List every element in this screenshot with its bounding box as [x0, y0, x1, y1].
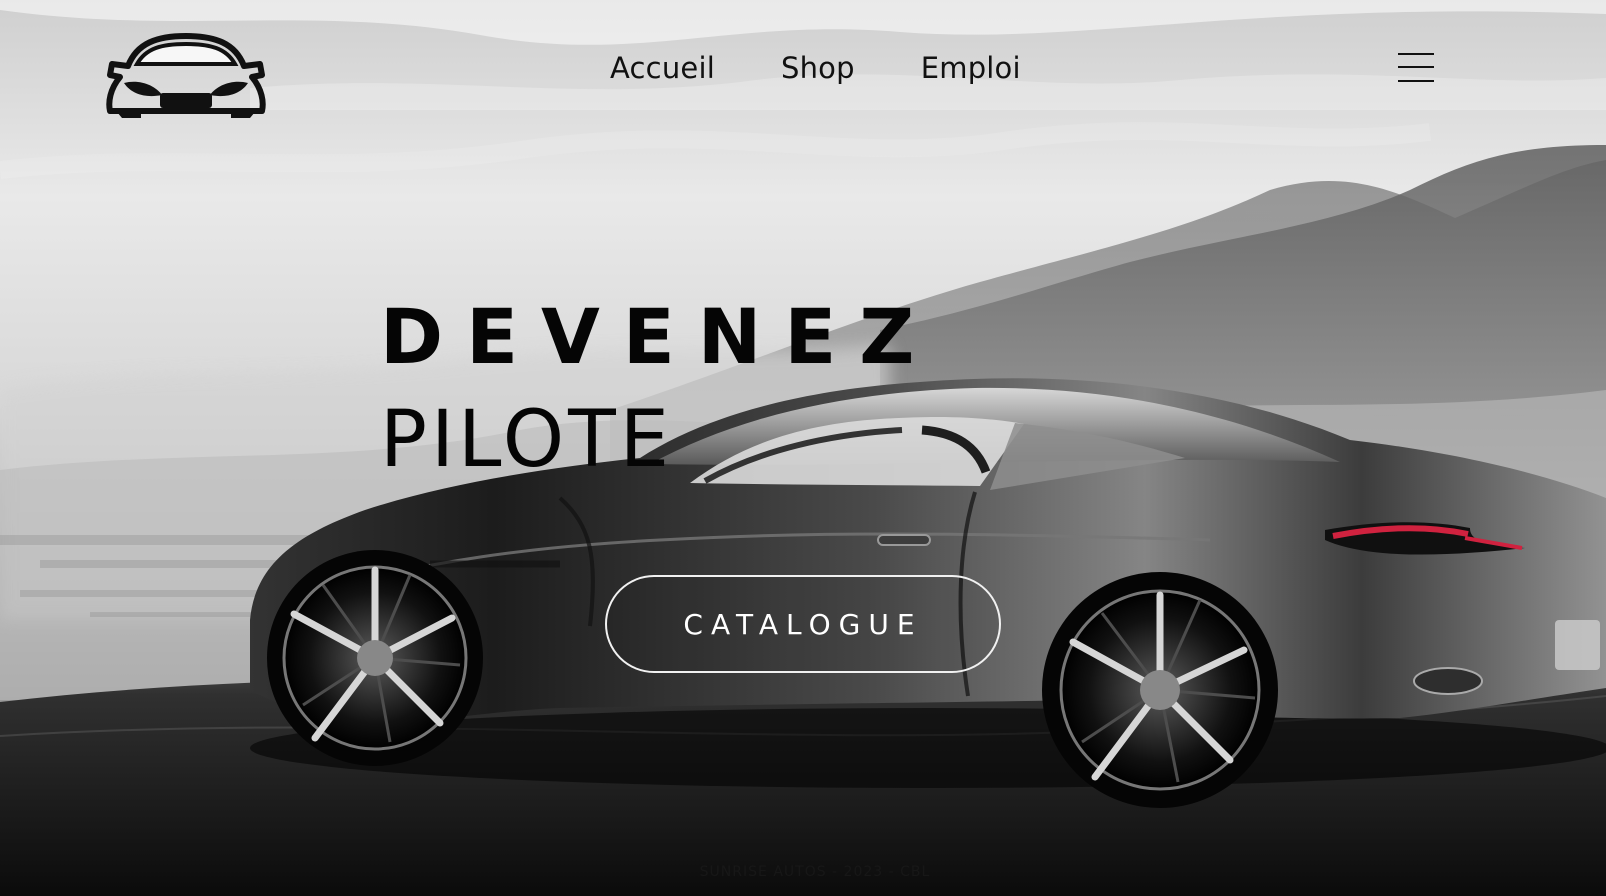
footer-text: SUNRISE AUTOS - 2023 - CBL	[699, 864, 931, 880]
nav-link-shop[interactable]: Shop	[781, 54, 855, 83]
main-navigation: Accueil Shop Emploi	[610, 54, 1021, 83]
front-wheel-graphic	[267, 550, 483, 766]
menu-line-top	[1398, 53, 1434, 55]
rear-wheel-graphic	[1042, 572, 1278, 808]
headline-line-devenez: DEVENEZ	[380, 292, 938, 382]
car-front-logo-icon[interactable]	[102, 28, 270, 120]
headline-line-pilote: PILOTE	[380, 395, 674, 486]
catalogue-button[interactable]: CATALOGUE	[605, 575, 1001, 673]
hamburger-menu-icon[interactable]	[1396, 48, 1436, 88]
nav-link-accueil[interactable]: Accueil	[610, 54, 715, 83]
nav-link-emploi[interactable]: Emploi	[921, 54, 1021, 83]
hero-section: Accueil Shop Emploi DEVENEZ PILOTE CATAL…	[0, 0, 1606, 896]
menu-line-middle	[1398, 66, 1434, 68]
hero-headline: DEVENEZ PILOTE	[380, 292, 938, 486]
menu-line-bottom	[1398, 80, 1434, 82]
site-header: Accueil Shop Emploi	[0, 0, 1606, 150]
